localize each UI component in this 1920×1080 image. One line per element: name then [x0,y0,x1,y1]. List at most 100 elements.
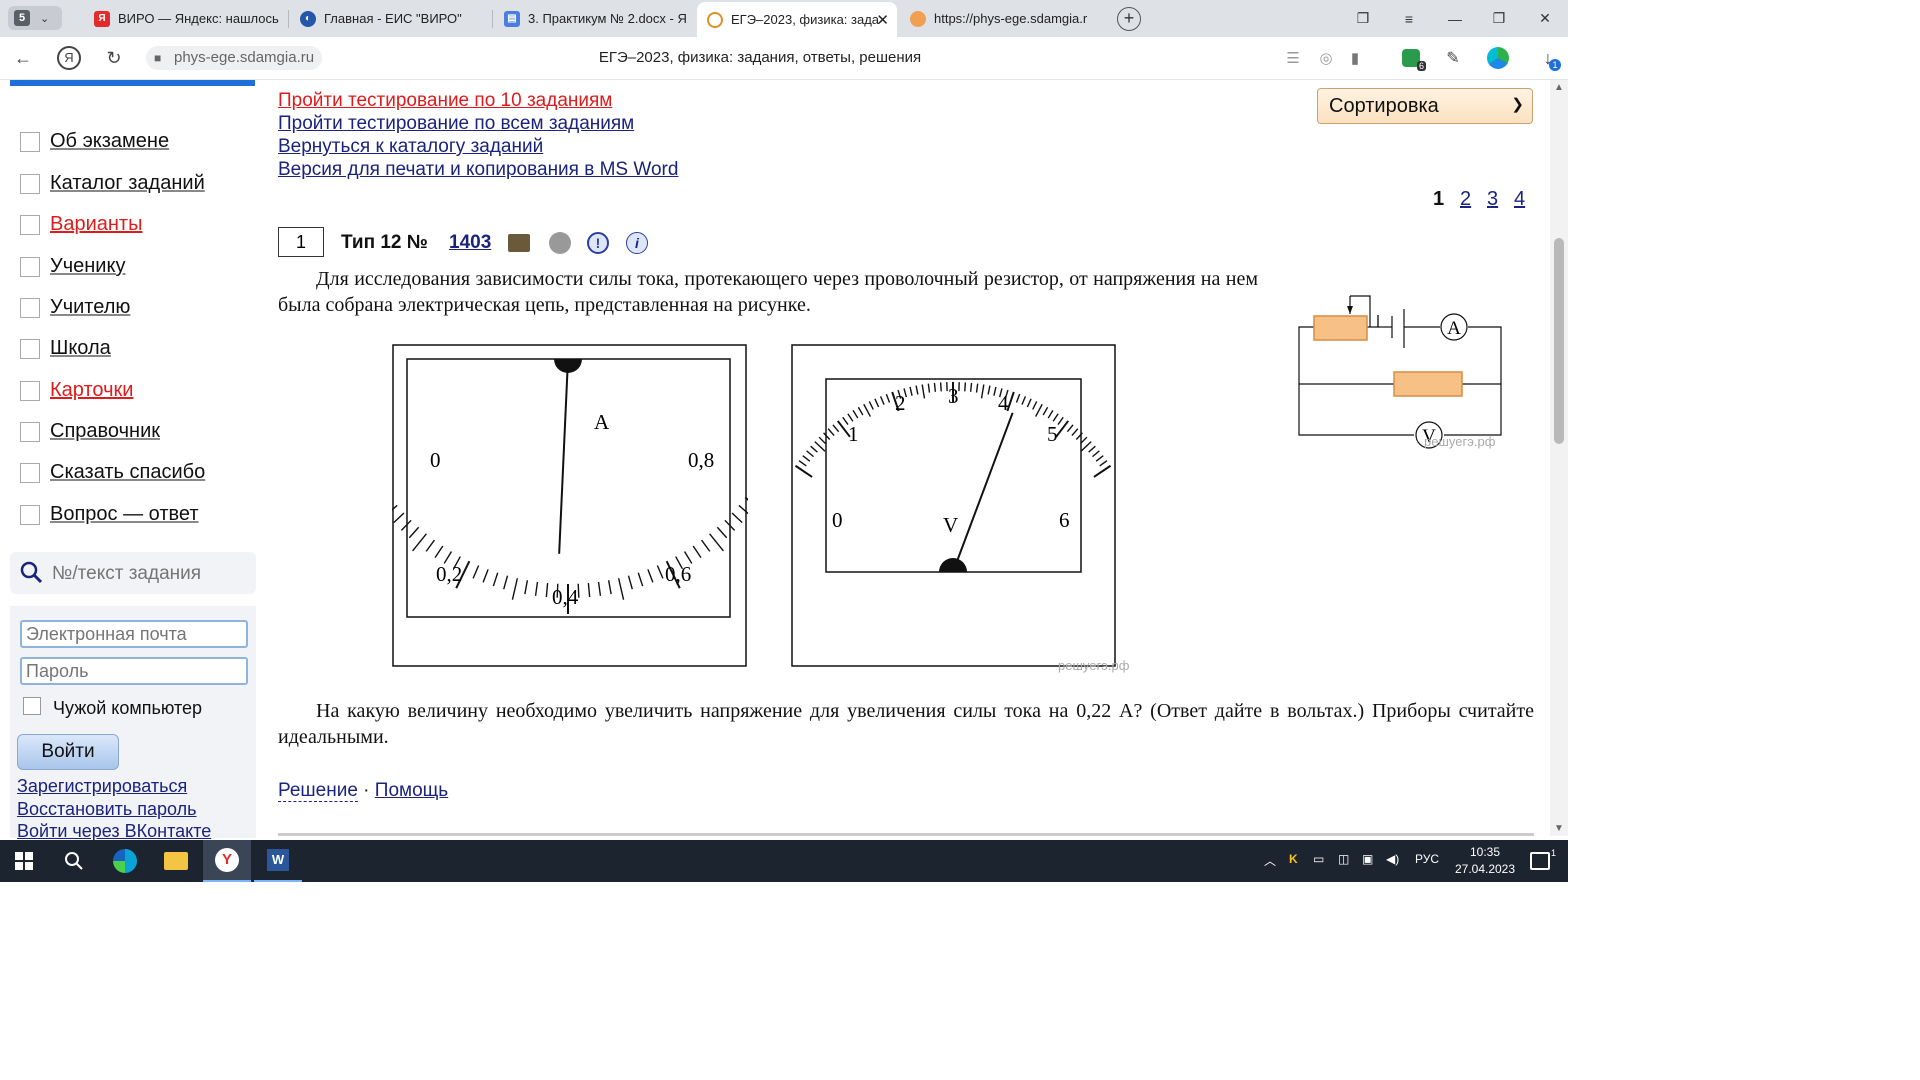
task-question: На какую величину необходимо увеличить н… [278,700,1534,748]
yandex-browser-icon[interactable]: Y [203,840,251,882]
new-tab-button[interactable]: + [1117,7,1141,31]
search-icon[interactable] [50,840,98,882]
password-field[interactable] [20,657,248,685]
translate-icon[interactable]: ◎ [1313,45,1339,71]
sidebar-item-cards[interactable]: Карточки [20,379,133,402]
profile-icon[interactable] [1485,45,1511,71]
vk-login-link[interactable]: Войти через ВКонтакте [17,821,211,842]
menu-icon[interactable]: ≡ [1386,0,1432,37]
page-4[interactable]: 4 [1514,188,1525,211]
search-input[interactable] [50,560,250,588]
page-3[interactable]: 3 [1487,188,1498,211]
test-all-link[interactable]: Пройти тестирование по всем заданиям [278,113,634,135]
login-button[interactable]: Войти [17,734,119,770]
checkbox[interactable] [20,256,40,277]
domain-text: phys-ege.sdamgia.ru [174,49,315,66]
briefcase-icon[interactable] [508,234,530,252]
foreign-computer-checkbox[interactable] [23,697,41,715]
ammeter-label-0: 0 [430,448,441,472]
scroll-down-icon[interactable]: ▼ [1554,823,1564,834]
checkbox[interactable] [20,380,40,401]
report-error-icon[interactable]: ! [587,232,609,254]
info-icon[interactable]: i [626,232,648,254]
shield-extension-icon[interactable]: 6 [1398,45,1426,71]
resistor [1393,371,1463,397]
notifications-icon[interactable]: 1 [1516,840,1564,882]
restore-password-link[interactable]: Восстановить пароль [17,799,197,820]
notes-icon[interactable]: ✎ [1440,45,1466,71]
bookmark-icon[interactable]: ▮ [1342,45,1368,71]
search-icon[interactable] [20,560,44,586]
sort-select[interactable]: Сортировка ❯ [1317,88,1533,124]
email-field[interactable] [20,620,248,648]
tab-practicum-docx[interactable]: ▤ 3. Практикум № 2.docx - Я [494,4,690,33]
language-indicator[interactable]: РУС [1415,852,1439,866]
scrollbar[interactable]: ▲ ▼ [1550,80,1568,836]
left-sidebar: Об экзамене Каталог заданий Варианты Уче… [0,80,262,841]
back-to-catalog-link[interactable]: Вернуться к каталогу заданий [278,136,543,158]
sidebar-item-label: Каталог заданий [50,172,205,194]
tab-phys-ege-url[interactable]: https://phys-ege.sdamgia.r [900,4,1100,33]
sidebar-item-student[interactable]: Ученику [20,255,125,278]
solution-link[interactable]: Решение [278,780,358,802]
restore-button[interactable]: ❐ [1476,0,1522,37]
status-circle-icon[interactable] [549,232,571,254]
watermark: решуегэ.рф [1058,658,1130,673]
url-field[interactable]: ■ phys-ege.sdamgia.ru [146,46,323,70]
scale-tick [969,382,973,392]
battery-icon[interactable]: ▭ [1313,852,1324,866]
scroll-up-icon[interactable]: ▲ [1554,82,1564,93]
minimize-button[interactable]: — [1432,0,1478,37]
checkbox[interactable] [20,214,40,235]
checkbox[interactable] [20,421,40,442]
sidebar-item-about[interactable]: Об экзамене [20,130,169,153]
sidebar-item-qa[interactable]: Вопрос — ответ [20,503,199,526]
checkbox[interactable] [20,131,40,152]
voltmeter-label-0: 0 [832,508,843,532]
solution-links: Решение · Помощь [278,780,448,802]
yandex-button-icon[interactable]: Я [56,45,82,71]
back-arrow-icon[interactable]: ← [10,45,36,71]
chevron-up-icon[interactable]: ︿ [1264,852,1276,869]
download-icon[interactable]: ↓ 1 [1535,45,1561,71]
checkbox[interactable] [20,504,40,525]
sidebar-item-reference[interactable]: Справочник [20,420,160,443]
sidebar-item-catalog[interactable]: Каталог заданий [20,172,205,195]
reload-icon[interactable]: ↻ [101,45,127,71]
checkbox[interactable] [20,338,40,359]
help-link[interactable]: Помощь [375,780,448,801]
clock[interactable]: 10:35 27.04.2023 [1447,844,1523,878]
checkbox[interactable] [20,297,40,318]
sidebar-item-thanks[interactable]: Сказать спасибо [20,461,205,484]
file-explorer-icon[interactable] [152,840,200,882]
network-icon[interactable]: ▣ [1362,852,1373,866]
sidebar-item-school[interactable]: Школа [20,337,111,360]
tab-viro-yandex[interactable]: Я ВИРО — Яндекс: нашлось [84,4,280,33]
tray-app-icon[interactable]: K [1289,852,1298,866]
volume-icon[interactable]: ◀) [1386,852,1399,866]
sidebar-item-label: Варианты [50,213,143,235]
tab-ege-physics[interactable]: ЕГЭ–2023, физика: зада ✕ [697,2,897,37]
checkbox[interactable] [20,173,40,194]
close-icon[interactable]: ✕ [876,11,889,29]
sidebar-item-variants[interactable]: Варианты [20,213,142,236]
scroll-thumb[interactable] [1554,238,1564,444]
tab-eis-viro[interactable]: ◐ Главная - ЕИС "ВИРО" [290,4,486,33]
test-10-link[interactable]: Пройти тестирование по 10 заданиям [278,90,612,112]
sun-icon [910,10,926,27]
close-window-button[interactable]: ✕ [1522,0,1568,37]
tray-device-icon[interactable]: ◫ [1338,852,1349,866]
task-id-link[interactable]: 1403 [449,232,491,254]
tab-counter[interactable]: 5 ⌄ [8,6,62,30]
lock-icon: ■ [154,51,162,65]
edge-icon[interactable] [101,840,149,882]
register-link[interactable]: Зарегистрироваться [17,776,187,797]
collections-icon[interactable]: ❐ [1340,0,1386,37]
sidebar-item-teacher[interactable]: Учителю [20,296,130,319]
page-2[interactable]: 2 [1460,188,1471,211]
print-version-link[interactable]: Версия для печати и копирования в MS Wor… [278,159,678,181]
word-icon[interactable]: W [254,840,302,882]
checkbox[interactable] [20,462,40,483]
windows-start-icon[interactable] [0,840,48,882]
reader-mode-icon[interactable]: ☰ [1280,45,1306,71]
